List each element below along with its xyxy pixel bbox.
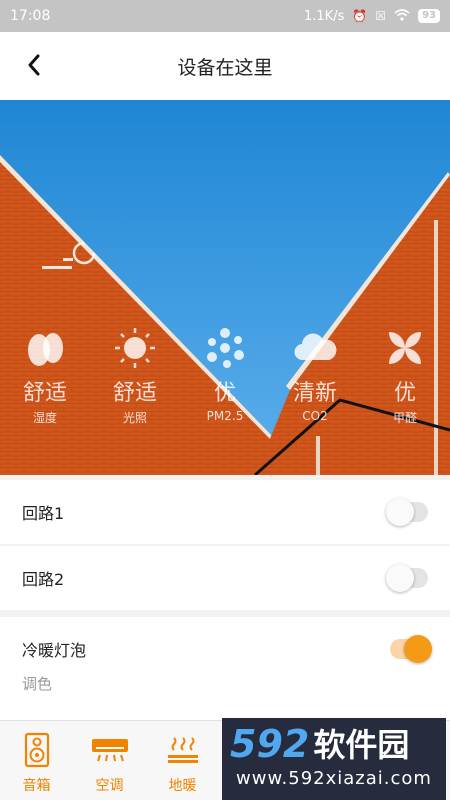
nav-label: 地暖 [168, 778, 197, 794]
environment-metrics: 舒适 湿度 舒适 光照 优 PM2.5 清新 CO2 优 甲醛 [0, 325, 450, 445]
metric-label: PM2.5 [206, 409, 244, 423]
mute-alarm-icon: ⏰ [352, 9, 368, 23]
network-speed: 1.1K/s [304, 8, 345, 24]
metric-value: 舒适 [22, 381, 67, 406]
watermark-brand: 软件园 [313, 726, 410, 764]
metric-light: 舒适 光照 [95, 325, 175, 445]
cloud-icon [275, 325, 355, 371]
sim-icon: ☒ [375, 9, 387, 23]
watermark-url: www.592xiazai.com [236, 768, 432, 789]
nav-label: 音箱 [22, 778, 51, 794]
metric-value: 优 [393, 381, 416, 406]
status-bar: 17:08 1.1K/s ⏰ ☒ 93 [0, 0, 450, 32]
circuit-1-toggle[interactable] [386, 498, 428, 526]
particles-icon [185, 325, 265, 371]
egg-icon [5, 325, 85, 371]
circuit-2-toggle[interactable] [386, 564, 428, 592]
watermark-number: 592 [230, 722, 310, 766]
status-time: 17:08 [10, 8, 51, 24]
site-watermark: 592 软件园 www.592xiazai.com [222, 718, 446, 800]
row-label: 回路2 [22, 570, 65, 589]
nav-speaker[interactable]: 音箱 [0, 721, 73, 800]
metric-value: 舒适 [112, 381, 157, 406]
metric-humidity: 舒适 湿度 [5, 325, 85, 445]
circuit-1-row: 回路1 [0, 480, 450, 544]
floor-heating-icon [166, 731, 200, 769]
nav-label: 空调 [95, 778, 124, 794]
page-title: 设备在这里 [177, 56, 273, 79]
battery-indicator: 93 [418, 9, 440, 23]
back-button[interactable] [20, 50, 50, 80]
metric-formaldehyde: 优 甲醛 [365, 325, 445, 445]
nav-air-conditioner[interactable]: 空调 [73, 721, 146, 800]
color-adjust-row[interactable]: 调色 [0, 665, 450, 720]
metric-value: 清新 [292, 381, 337, 406]
nav-floor-heating[interactable]: 地暖 [146, 721, 219, 800]
metric-value: 优 [213, 381, 236, 406]
metric-label: 光照 [122, 411, 147, 425]
air-conditioner-icon [90, 731, 130, 769]
wifi-icon [394, 8, 410, 24]
chevron-left-icon [28, 54, 40, 76]
metric-pm25: 优 PM2.5 [185, 325, 265, 445]
speaker-icon [24, 731, 50, 769]
row-label: 冷暖灯泡 [22, 641, 87, 660]
warm-cool-bulb-toggle[interactable] [390, 635, 432, 663]
color-adjust-label: 调色 [22, 675, 53, 693]
metric-co2: 清新 CO2 [275, 325, 355, 445]
app-header: 设备在这里 [0, 32, 450, 100]
metric-label: 甲醛 [392, 411, 417, 425]
metric-label: CO2 [302, 409, 328, 423]
fan-icon [365, 325, 445, 371]
metric-label: 湿度 [32, 411, 57, 425]
hero-banner: 舒适 湿度 舒适 光照 优 PM2.5 清新 CO2 优 甲醛 [0, 100, 450, 475]
sun-icon [95, 325, 175, 371]
circuit-2-row: 回路2 [0, 546, 450, 610]
row-label: 回路1 [22, 504, 65, 523]
